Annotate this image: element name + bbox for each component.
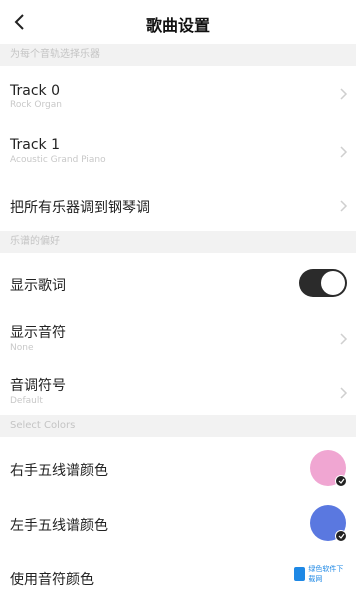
left-hand-color-swatch[interactable] bbox=[310, 505, 347, 542]
piano-all-label: 把所有乐器调到钢琴调 bbox=[10, 200, 150, 216]
watermark-text: 绿色软件下载网 bbox=[308, 565, 344, 583]
toggle-knob bbox=[321, 271, 345, 295]
section-colors-header: Select Colors bbox=[0, 415, 356, 437]
show-lyrics-row: 显示歌词 bbox=[0, 253, 356, 315]
chevron-right-icon bbox=[340, 88, 348, 100]
left-hand-color-label: 左手五线谱颜色 bbox=[10, 518, 108, 534]
key-signature-label: 音调符号 bbox=[10, 378, 66, 394]
track-1-row[interactable]: Track 1 Acoustic Grand Piano bbox=[0, 122, 356, 178]
track-1-label: Track 1 bbox=[10, 137, 60, 153]
watermark-icon bbox=[294, 567, 306, 581]
section-preferences-header: 乐谱的偏好 bbox=[0, 231, 356, 253]
right-hand-color-row[interactable]: 右手五线谱颜色 bbox=[0, 437, 356, 495]
show-lyrics-toggle[interactable] bbox=[299, 269, 347, 297]
track-0-row[interactable]: Track 0 Rock Organ bbox=[0, 66, 356, 122]
key-signature-row[interactable]: 音调符号 Default bbox=[0, 367, 356, 417]
track-0-label: Track 0 bbox=[10, 83, 60, 99]
track-0-instrument: Rock Organ bbox=[10, 100, 62, 110]
chevron-right-icon bbox=[340, 387, 348, 399]
track-1-instrument: Acoustic Grand Piano bbox=[10, 155, 106, 165]
chevron-right-icon bbox=[340, 146, 348, 158]
show-notes-label: 显示音符 bbox=[10, 325, 66, 341]
watermark-logo: 绿色软件下载网 bbox=[294, 565, 348, 583]
section-instrument-header: 为每个音轨选择乐器 bbox=[0, 44, 356, 66]
page-title: 歌曲设置 bbox=[145, 16, 210, 35]
show-notes-value: None bbox=[10, 343, 34, 353]
chevron-right-icon bbox=[340, 333, 348, 345]
show-notes-row[interactable]: 显示音符 None bbox=[0, 315, 356, 367]
piano-all-row[interactable]: 把所有乐器调到钢琴调 bbox=[0, 178, 356, 231]
show-lyrics-label: 显示歌词 bbox=[10, 278, 66, 294]
left-hand-color-row[interactable]: 左手五线谱颜色 bbox=[0, 495, 356, 551]
right-hand-color-swatch[interactable] bbox=[310, 450, 347, 487]
app-header: 歌曲设置 bbox=[0, 0, 356, 44]
chevron-right-icon bbox=[340, 200, 348, 212]
key-signature-value: Default bbox=[10, 396, 43, 406]
checkmark-icon bbox=[335, 475, 347, 487]
note-color-label: 使用音符颜色 bbox=[10, 572, 94, 588]
checkmark-icon bbox=[335, 530, 347, 542]
right-hand-color-label: 右手五线谱颜色 bbox=[10, 463, 108, 479]
